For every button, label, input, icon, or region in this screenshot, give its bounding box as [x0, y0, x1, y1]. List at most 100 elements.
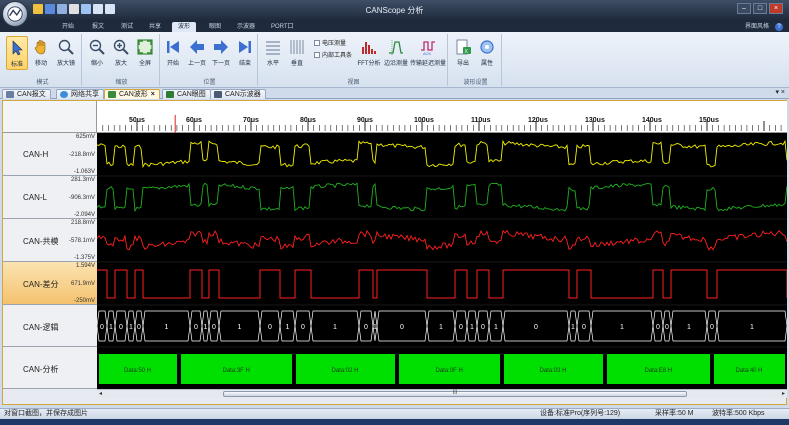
logic-bit-label: 0	[100, 324, 104, 331]
magnifier-button[interactable]: 放大镜	[55, 36, 77, 70]
lane-can-analysis[interactable]: CAN-分析	[3, 347, 97, 389]
magnifier-icon	[58, 39, 74, 55]
export-icon: X	[456, 39, 471, 55]
time-tick-label: 130us	[585, 117, 605, 124]
zoom-in-button[interactable]: 放大	[110, 36, 132, 70]
tab-can-messages-icon	[6, 91, 14, 98]
can-l-trace	[96, 182, 788, 213]
group-zoom-label: 缩放	[115, 80, 128, 86]
logic-bit-label: 0	[301, 324, 305, 331]
move-button[interactable]: 移动	[30, 36, 52, 70]
time-tick-label: 100us	[414, 117, 434, 124]
tab-network-share[interactable]: 网络共享	[56, 89, 104, 99]
logic-bit-label: 1	[373, 324, 377, 331]
logic-bit-label: 1	[333, 324, 337, 331]
app-menu-button[interactable]	[2, 1, 28, 27]
first-page-button[interactable]: 开始	[162, 36, 184, 70]
close-button[interactable]: ×	[769, 3, 783, 14]
ribbon-tab-oscilloscope[interactable]: 示波器	[231, 22, 261, 32]
skin-menu[interactable]: 界面风格	[745, 22, 769, 32]
logic-bit-label: 1	[109, 324, 113, 331]
delay-measure-icon: ACK	[421, 41, 435, 56]
time-tick-label: 70us	[243, 117, 259, 124]
lane-can-analysis-name: CAN-分析	[23, 365, 59, 374]
vertical-button[interactable]: 垂直	[286, 36, 308, 70]
ribbon-tab-share[interactable]: 共享	[143, 22, 167, 32]
time-tick-label: 50us	[129, 117, 145, 124]
next-page-button[interactable]: 下一页	[210, 36, 232, 70]
logic-bit-label: 1	[470, 324, 474, 331]
zoom-out-button[interactable]: 缩小	[86, 36, 108, 70]
tab-can-messages-label: CAN报文	[17, 91, 46, 98]
fullscreen-button[interactable]: 全屏	[134, 36, 156, 70]
voltage-measure-box	[314, 39, 320, 46]
ribbon-tab-messages[interactable]: 报文	[86, 22, 110, 32]
horizontal-scrollbar[interactable]: ◂ III ▸	[97, 389, 787, 398]
properties-button[interactable]: 属性	[476, 36, 498, 70]
tab-network-share-icon	[60, 91, 68, 98]
status-message: 对窗口截图，并保存成图片	[4, 410, 88, 417]
ribbon-tab-start[interactable]: 开始	[56, 22, 80, 32]
logic-bit-label: 1	[494, 324, 498, 331]
maximize-button[interactable]: □	[753, 3, 767, 14]
logic-bit-label: 0	[582, 324, 586, 331]
tab-can-oscilloscope[interactable]: CAN示波器	[210, 89, 266, 99]
previous-page-label: 上一页	[187, 61, 206, 67]
group-wave-settings-label: 波形设置	[463, 80, 488, 86]
can-diff-trace	[97, 269, 788, 299]
tab-close-icon[interactable]: ×	[151, 91, 155, 98]
tab-can-waveform-label: CAN波形	[119, 91, 148, 98]
last-page-button[interactable]: 结束	[234, 36, 256, 70]
waveform-plot[interactable]: 0 1 0 1 0 1 0 1 0 1 0 1 0 1 0 1 0 1 0 1 0 1 0 1 0 1 0 0 1 0 1 Data:50 H…	[96, 133, 788, 389]
lane-can-common-name: CAN-共模	[23, 237, 59, 246]
lane-can-h[interactable]: 625mV CAN-H -218.8mV -1.063V	[3, 133, 97, 176]
lane-can-common[interactable]: 218.8mV CAN-共模 -578.1mV -1.375V	[3, 219, 97, 262]
ribbon-tab-eye[interactable]: 眼图	[203, 22, 227, 32]
delay-measure-button[interactable]: ACK 传输延迟测量	[410, 36, 446, 70]
group-wave-settings: X 导出 属性 波形设置	[450, 34, 502, 86]
lane-can-logic[interactable]: CAN-逻辑	[3, 305, 97, 347]
internal-toolbar-checkbox[interactable]: 内部工具条	[314, 50, 352, 59]
ribbon-tab-bar: 开始 报文 测试 共享 波形 眼图 示波器 PORT口 界面风格 ?	[0, 22, 789, 32]
standard-button[interactable]: 标准	[6, 36, 28, 70]
logic-bit-label: 1	[750, 324, 754, 331]
lane-can-l[interactable]: 281.3mV CAN-L -906.3mV -2.094V	[3, 176, 97, 219]
vertical-label: 垂直	[290, 61, 303, 67]
app-title: CANScope 分析	[365, 6, 424, 15]
logic-bit-label: 0	[481, 324, 485, 331]
analysis-segment-label: Data:40 H	[736, 368, 763, 374]
lane-can-common-top: 218.8mV	[70, 220, 95, 226]
time-tick-label: 80us	[300, 117, 316, 124]
vertical-lines-icon	[290, 40, 304, 54]
lane-can-diff-bottom: -250mV	[73, 298, 95, 304]
lane-can-diff[interactable]: 1.594V CAN-差分 671.9mV -250mV	[3, 262, 97, 305]
panel-controls[interactable]: ▾ ×	[775, 88, 785, 96]
ribbon-tab-waveform[interactable]: 波形	[172, 22, 197, 32]
tab-can-messages[interactable]: CAN报文	[2, 89, 51, 99]
minimize-button[interactable]: –	[737, 3, 751, 14]
ribbon-tab-port[interactable]: PORT口	[265, 22, 300, 32]
skip-end-icon	[239, 41, 251, 53]
previous-page-button[interactable]: 上一页	[186, 36, 208, 70]
tab-can-eye-icon	[166, 91, 174, 98]
group-mode: 标准 移动 放大镜 模式	[4, 34, 82, 86]
taskbar-strip	[0, 419, 789, 425]
tab-can-waveform[interactable]: CAN波形 ×	[104, 89, 160, 99]
edge-measure-button[interactable]: 边沿测量	[382, 36, 410, 70]
ribbon-tab-test[interactable]: 测试	[115, 22, 139, 32]
scroll-right-icon[interactable]: ▸	[782, 390, 785, 398]
time-tick-label: 110us	[471, 117, 491, 124]
lane-can-diff-top: 1.594V	[75, 263, 95, 269]
status-sample-rate: 采样率:50 M	[655, 410, 694, 417]
tab-can-eye[interactable]: CAN眼图	[162, 89, 211, 99]
help-icon[interactable]: ?	[775, 23, 783, 31]
fft-analysis-button[interactable]: FFT分析	[356, 36, 382, 70]
scroll-left-icon[interactable]: ◂	[99, 390, 102, 398]
logic-bit-label: 1	[238, 324, 242, 331]
scrollbar-thumb[interactable]: III	[223, 390, 687, 397]
logic-bit-label: 1	[165, 324, 169, 331]
voltage-measure-checkbox[interactable]: 电压测量	[314, 38, 346, 47]
export-button[interactable]: X 导出	[452, 36, 474, 70]
horizontal-button[interactable]: 水平	[262, 36, 284, 70]
logic-bit-label: 0	[400, 324, 404, 331]
